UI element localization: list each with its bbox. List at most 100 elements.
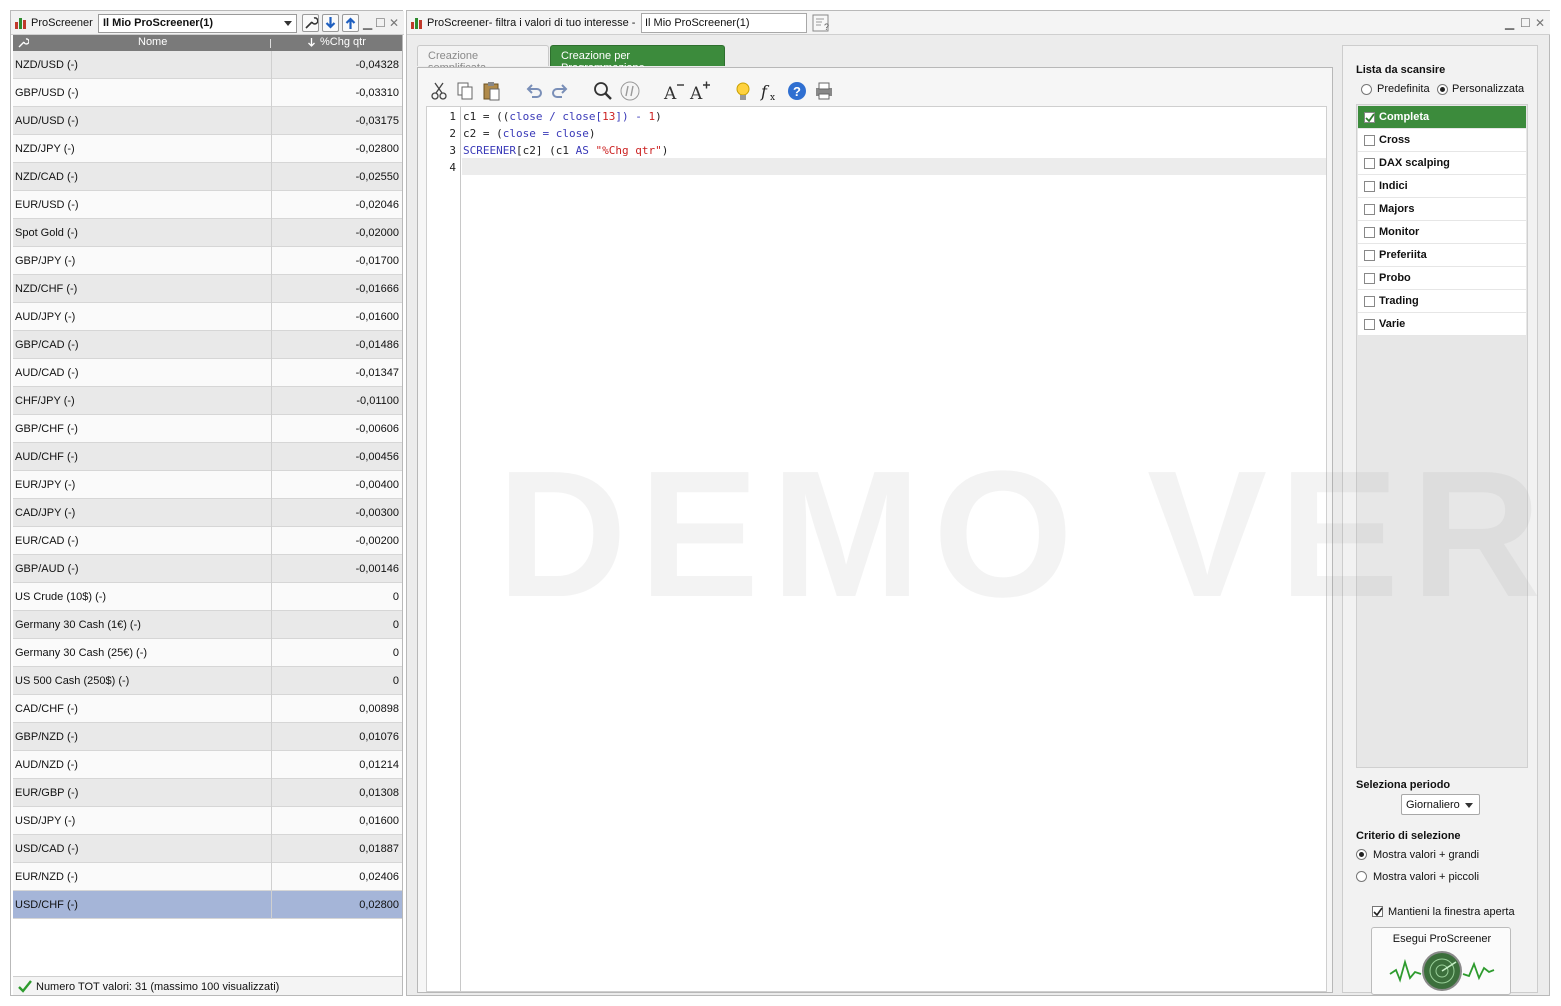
list-type-custom-radio[interactable] [1437, 84, 1448, 95]
watchlist-item[interactable]: Preferiita [1358, 244, 1526, 267]
list-type-predefined-radio[interactable] [1361, 84, 1372, 95]
lightbulb-icon[interactable] [732, 80, 754, 102]
criteria-largest-radio[interactable] [1356, 849, 1367, 860]
table-row[interactable]: AUD/USD (-) -0,03175 [13, 107, 402, 135]
table-row[interactable]: EUR/JPY (-) -0,00400 [13, 471, 402, 499]
close-icon[interactable]: ✕ [1535, 16, 1545, 30]
table-row[interactable]: GBP/NZD (-) 0,01076 [13, 723, 402, 751]
watchlist-label: Cross [1379, 134, 1411, 146]
column-separator[interactable] [270, 39, 271, 48]
watchlist-checkbox[interactable] [1364, 250, 1375, 261]
watchlist-item[interactable]: Completa [1358, 106, 1526, 129]
criteria-smallest-radio[interactable] [1356, 871, 1367, 882]
maximize-icon[interactable]: ☐ [1520, 16, 1531, 30]
download-button[interactable] [322, 14, 339, 32]
code-editor[interactable]: 1 2 3 4 c1 = ((close / close[13]) - 1) c… [426, 106, 1327, 992]
watchlist-checkbox[interactable] [1364, 273, 1375, 284]
redo-icon[interactable] [549, 80, 571, 102]
instrument-name: CAD/CHF (-) [15, 703, 78, 715]
table-row[interactable]: AUD/NZD (-) 0,01214 [13, 751, 402, 779]
keep-open-checkbox[interactable] [1372, 906, 1383, 917]
watchlist-checkbox[interactable] [1364, 135, 1375, 146]
table-row[interactable]: NZD/JPY (-) -0,02800 [13, 135, 402, 163]
table-row[interactable]: AUD/CHF (-) -0,00456 [13, 443, 402, 471]
code-line-2[interactable]: c2 = (close = close) [463, 127, 596, 140]
table-row[interactable]: USD/CAD (-) 0,01887 [13, 835, 402, 863]
table-row[interactable]: NZD/CAD (-) -0,02550 [13, 163, 402, 191]
table-row[interactable]: NZD/CHF (-) -0,01666 [13, 275, 402, 303]
upload-button[interactable] [342, 14, 359, 32]
column-header-value[interactable]: %Chg qtr [320, 36, 366, 48]
watchlist-item[interactable]: DAX scalping [1358, 152, 1526, 175]
cell-separator [271, 163, 272, 191]
maximize-icon[interactable]: ☐ [375, 16, 386, 30]
paste-icon[interactable] [481, 80, 503, 102]
table-row[interactable]: Germany 30 Cash (25€) (-) 0 [13, 639, 402, 667]
minimize-icon[interactable]: ▁ [1505, 16, 1514, 30]
edit-screener-button[interactable] [302, 14, 319, 32]
table-row[interactable]: GBP/USD (-) -0,03310 [13, 79, 402, 107]
wrench-icon[interactable] [18, 37, 29, 48]
undo-icon[interactable] [523, 80, 545, 102]
table-row[interactable]: USD/CHF (-) 0,02800 [13, 891, 402, 919]
table-row[interactable]: EUR/NZD (-) 0,02406 [13, 863, 402, 891]
search-icon[interactable] [592, 80, 614, 102]
watchlist-item[interactable]: Trading [1358, 290, 1526, 313]
function-icon[interactable]: fx [759, 80, 781, 102]
code-line-1[interactable]: c1 = ((close / close[13]) - 1) [463, 110, 662, 123]
table-row[interactable]: GBP/AUD (-) -0,00146 [13, 555, 402, 583]
table-row[interactable]: US 500 Cash (250$) (-) 0 [13, 667, 402, 695]
watchlist-item[interactable]: Monitor [1358, 221, 1526, 244]
cell-separator [271, 555, 272, 583]
table-row[interactable]: NZD/USD (-) -0,04328 [13, 51, 402, 79]
watchlist-item[interactable]: Probo [1358, 267, 1526, 290]
column-header-name[interactable]: Nome [138, 36, 167, 48]
screener-select[interactable]: Il Mio ProScreener(1) [98, 14, 297, 33]
watchlist-checkbox[interactable] [1364, 204, 1375, 215]
close-icon[interactable]: ✕ [389, 16, 399, 30]
instrument-value: -0,03310 [355, 87, 399, 99]
instrument-name: AUD/CHF (-) [15, 451, 78, 463]
table-row[interactable]: Germany 30 Cash (1€) (-) 0 [13, 611, 402, 639]
table-row[interactable]: GBP/CAD (-) -0,01486 [13, 331, 402, 359]
table-row[interactable]: AUD/JPY (-) -0,01600 [13, 303, 402, 331]
help-document-icon[interactable]: ? [812, 14, 832, 32]
watchlist-item[interactable]: Indici [1358, 175, 1526, 198]
tab-programming-creation[interactable]: Creazione per Programmazione [550, 45, 725, 74]
print-icon[interactable] [813, 80, 835, 102]
watchlist-item[interactable]: Cross [1358, 129, 1526, 152]
table-row[interactable]: EUR/CAD (-) -0,00200 [13, 527, 402, 555]
table-row[interactable]: CHF/JPY (-) -0,01100 [13, 387, 402, 415]
table-row[interactable]: EUR/USD (-) -0,02046 [13, 191, 402, 219]
watchlist-checkbox[interactable] [1364, 319, 1375, 330]
table-row[interactable]: CAD/JPY (-) -0,00300 [13, 499, 402, 527]
watchlist-checkbox[interactable] [1364, 112, 1375, 123]
font-decrease-icon[interactable]: A [663, 80, 685, 102]
table-row[interactable]: GBP/CHF (-) -0,00606 [13, 415, 402, 443]
code-line-3[interactable]: SCREENER[c2] (c1 AS "%Chg qtr") [463, 144, 668, 157]
watchlist-item[interactable]: Varie [1358, 313, 1526, 336]
table-row[interactable]: US Crude (10$) (-) 0 [13, 583, 402, 611]
run-proscreener-button[interactable]: Esegui ProScreener [1371, 927, 1511, 995]
screener-name-field[interactable]: Il Mio ProScreener(1) [641, 13, 807, 33]
font-increase-icon[interactable]: A [689, 80, 711, 102]
tab-simplified-creation[interactable]: Creazione semplificata [417, 45, 549, 74]
watchlist-checkbox[interactable] [1364, 181, 1375, 192]
cut-icon[interactable] [428, 80, 450, 102]
watchlist-item[interactable]: Majors [1358, 198, 1526, 221]
table-row[interactable]: CAD/CHF (-) 0,00898 [13, 695, 402, 723]
period-select[interactable]: Giornaliero [1401, 794, 1480, 815]
minimize-icon[interactable]: ▁ [363, 16, 372, 30]
instrument-name: GBP/NZD (-) [15, 731, 78, 743]
table-row[interactable]: GBP/JPY (-) -0,01700 [13, 247, 402, 275]
watchlist-checkbox[interactable] [1364, 296, 1375, 307]
help-icon[interactable]: ? [786, 80, 808, 102]
comment-icon[interactable] [619, 80, 641, 102]
table-row[interactable]: EUR/GBP (-) 0,01308 [13, 779, 402, 807]
table-row[interactable]: USD/JPY (-) 0,01600 [13, 807, 402, 835]
copy-icon[interactable] [454, 80, 476, 102]
watchlist-checkbox[interactable] [1364, 158, 1375, 169]
table-row[interactable]: Spot Gold (-) -0,02000 [13, 219, 402, 247]
watchlist-checkbox[interactable] [1364, 227, 1375, 238]
table-row[interactable]: AUD/CAD (-) -0,01347 [13, 359, 402, 387]
